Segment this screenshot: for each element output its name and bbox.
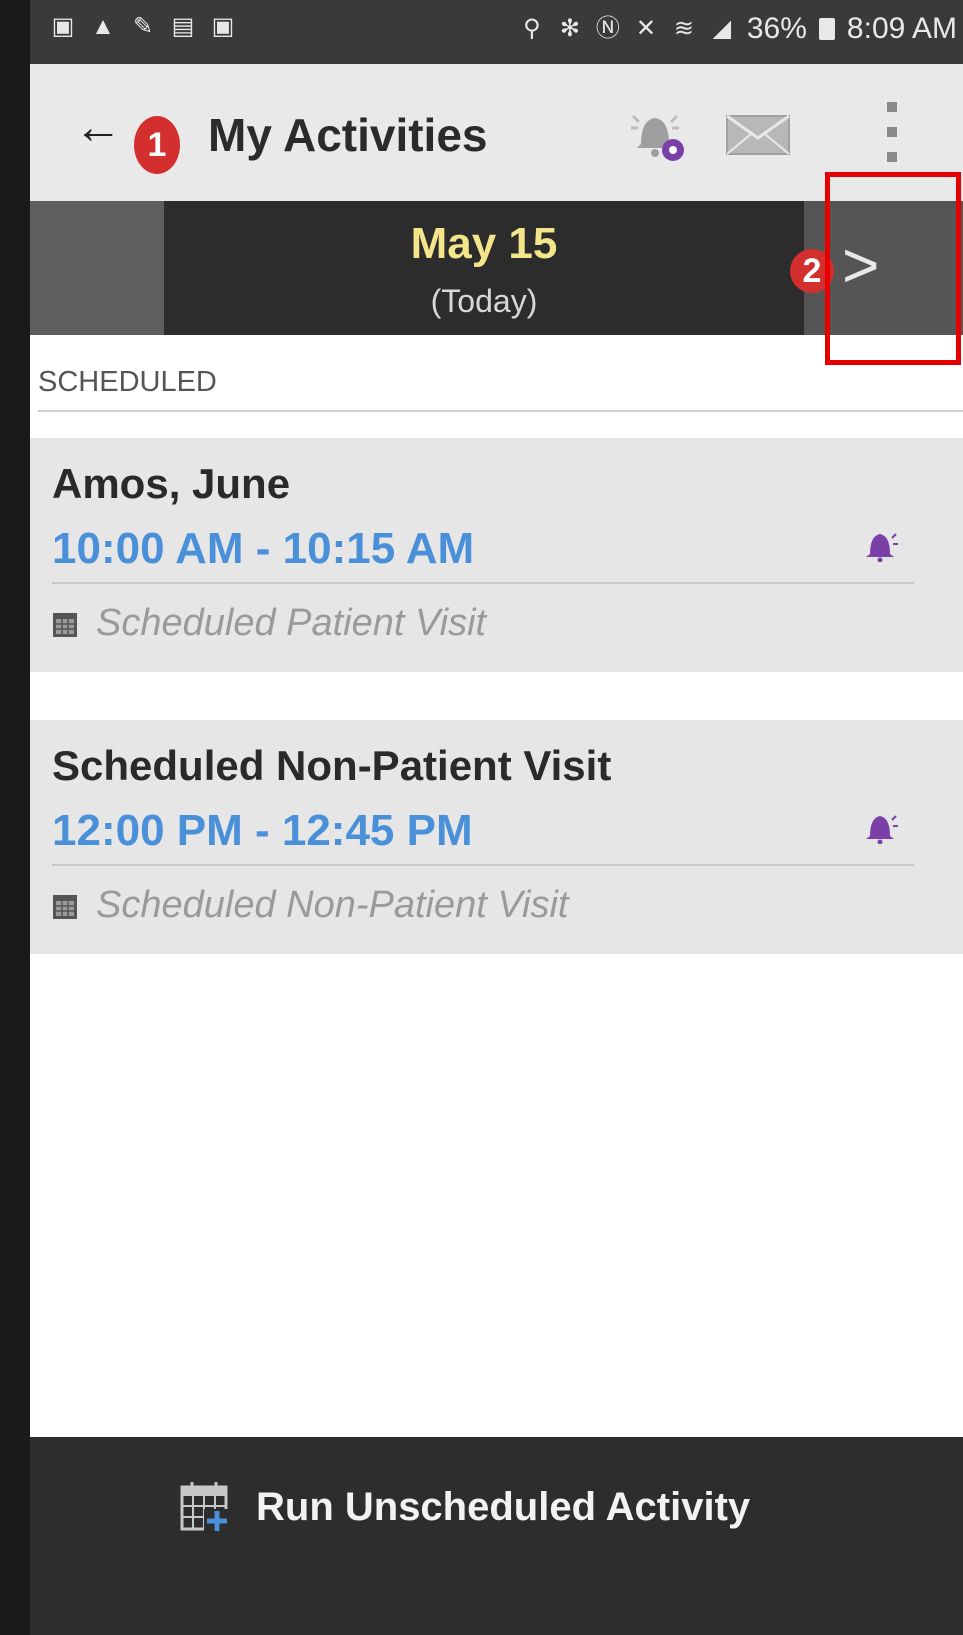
- run-unscheduled-activity-button[interactable]: Run Unscheduled Activity: [178, 1475, 750, 1539]
- callout-badge-1: 1: [134, 116, 180, 174]
- current-date: May 15: [410, 219, 558, 268]
- activity-time: 12:00 PM - 12:45 PM: [52, 806, 473, 855]
- activity-type-label: Scheduled Non-Patient Visit: [96, 884, 569, 926]
- previous-day-area[interactable]: [30, 201, 164, 335]
- back-arrow-icon[interactable]: ←: [74, 104, 122, 152]
- activity-title: Scheduled Non-Patient Visit: [52, 742, 612, 789]
- page-title: My Activities: [208, 109, 488, 161]
- app-bar: ← 1 My Activities: [30, 64, 963, 201]
- battery-icon: [818, 18, 835, 40]
- current-date-panel: May 15 (Today): [164, 201, 804, 335]
- divider: [38, 410, 963, 412]
- today-label: (Today): [430, 283, 538, 319]
- battery-percent: 36%: [746, 12, 807, 45]
- activity-card[interactable]: Scheduled Non-Patient Visit 12:00 PM - 1…: [30, 720, 963, 954]
- wifi-icon: ≋: [673, 15, 694, 42]
- activity-type: Scheduled Non-Patient Visit: [52, 884, 568, 927]
- status-notifications: ▣ ▲ ✎ ▤ ▣: [50, 14, 236, 40]
- notification-icon: ▣: [51, 13, 75, 40]
- wrench-icon: ✎: [132, 13, 154, 40]
- activity-type: Scheduled Patient Visit: [52, 602, 486, 645]
- date-navigator: May 15 (Today) 2 >: [30, 201, 963, 335]
- activity-card[interactable]: Amos, June 10:00 AM - 10:15 AM Scheduled…: [30, 438, 963, 672]
- device-bezel: [0, 0, 30, 1635]
- location-icon: ⚲: [523, 15, 541, 42]
- calendar-icon: [53, 612, 77, 637]
- bluetooth-icon: ✻: [559, 15, 580, 42]
- activity-type-label: Scheduled Patient Visit: [96, 602, 487, 644]
- overflow-menu-icon[interactable]: [882, 100, 902, 164]
- alarm-bell-icon: [866, 533, 898, 562]
- mail-icon[interactable]: [725, 114, 791, 156]
- next-day-highlight: [825, 172, 961, 365]
- warning-icon: ▲: [91, 13, 115, 40]
- calendar-icon: [53, 894, 77, 919]
- screen: ▣ ▲ ✎ ▤ ▣ ⚲ ✻ Ⓝ ✕ ≋ ◢ 36% 8:09 AM ← 1 My…: [0, 0, 963, 1635]
- notification-icon: ▣: [211, 13, 235, 40]
- image-icon: ▤: [171, 13, 195, 40]
- section-header: SCHEDULED: [38, 366, 217, 398]
- calendar-add-icon: [180, 1482, 230, 1533]
- bell-add-icon[interactable]: [627, 106, 687, 162]
- divider: [52, 864, 914, 866]
- clock: 8:09 AM: [846, 12, 957, 45]
- status-bar: ▣ ▲ ✎ ▤ ▣ ⚲ ✻ Ⓝ ✕ ≋ ◢ 36% 8:09 AM: [30, 0, 963, 64]
- activity-time: 10:00 AM - 10:15 AM: [52, 524, 475, 573]
- signal-icon: ◢: [712, 15, 732, 42]
- bottom-action-bar: Run Unscheduled Activity: [30, 1437, 963, 1635]
- divider: [52, 582, 914, 584]
- status-system: ⚲ ✻ Ⓝ ✕ ≋ ◢ 36% 8:09 AM: [519, 12, 957, 46]
- mute-icon: ✕: [635, 15, 656, 42]
- run-unscheduled-activity-label: Run Unscheduled Activity: [256, 1484, 751, 1529]
- nfc-icon: Ⓝ: [595, 15, 620, 42]
- activity-title: Amos, June: [52, 460, 291, 507]
- alarm-bell-icon: [866, 815, 898, 844]
